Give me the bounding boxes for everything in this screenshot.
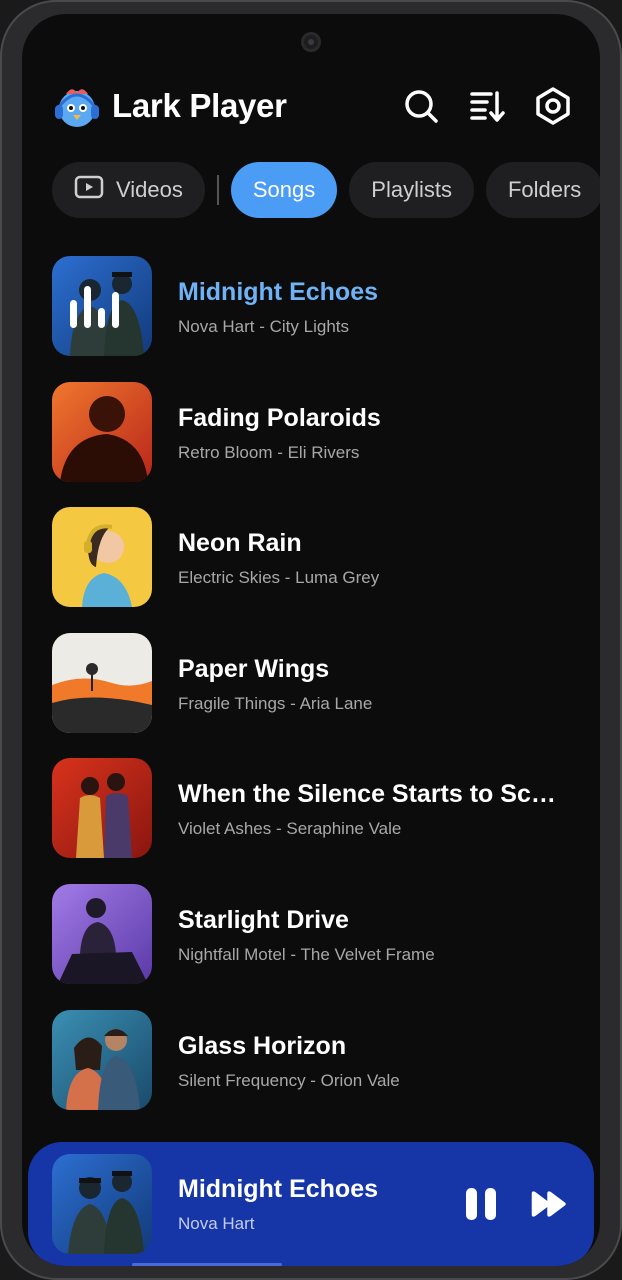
app-title: Lark Player <box>112 87 287 124</box>
song-title: Glass Horizon <box>178 1031 347 1060</box>
tab-songs-label: Songs <box>252 177 316 202</box>
song-subtitle: Silent Frequency - Orion Vale <box>178 1070 400 1090</box>
screen: Lark Player Videos Songs Playlists Folde… <box>22 14 600 1266</box>
song-title: Midnight Echoes <box>178 278 378 306</box>
album-cover <box>52 507 152 608</box>
song-subtitle: Fragile Things - Aria Lane <box>178 693 373 713</box>
song-row[interactable]: Midnight Echoes Nova Hart - City Lights <box>52 256 580 382</box>
tab-videos[interactable]: Videos <box>52 162 205 218</box>
tab-playlists-label: Playlists <box>371 177 452 202</box>
song-subtitle: Nightfall Motel - The Velvet Frame <box>178 944 435 964</box>
song-row[interactable]: Neon Rain Electric Skies - Luma Grey <box>52 507 580 633</box>
song-title: When the Silence Starts to Sc… <box>178 780 556 809</box>
song-row[interactable]: Paper Wings Fragile Things - Aria Lane <box>52 632 580 759</box>
tab-folders-label: Folders <box>507 177 582 202</box>
progress-indicator <box>132 1263 282 1266</box>
song-title: Fading Polaroids <box>178 403 381 432</box>
pause-icon[interactable] <box>462 1185 500 1223</box>
album-cover <box>52 1009 152 1110</box>
lark-logo-icon <box>52 81 102 131</box>
song-subtitle: Electric Skies - Luma Grey <box>178 568 380 588</box>
song-row[interactable]: Glass Horizon Silent Frequency - Orion V… <box>52 1009 580 1136</box>
song-subtitle: Violet Ashes - Seraphine Vale <box>178 819 402 839</box>
search-icon[interactable] <box>402 87 440 125</box>
now-playing-artist: Nova Hart <box>178 1213 255 1233</box>
now-playing-bar[interactable]: Midnight Echoes Nova Hart <box>28 1142 594 1266</box>
now-playing-title: Midnight Echoes <box>178 1174 378 1203</box>
song-subtitle: Retro Bloom - Eli Rivers <box>178 442 360 462</box>
phone-frame: Lark Player Videos Songs Playlists Folde… <box>0 0 622 1280</box>
album-cover <box>52 758 152 859</box>
category-tabs: Videos Songs Playlists Folders <box>52 162 600 218</box>
song-subtitle: Nova Hart - City Lights <box>178 317 349 336</box>
sort-icon[interactable] <box>468 87 506 125</box>
album-cover <box>52 632 152 733</box>
tab-divider <box>216 175 219 205</box>
song-row[interactable]: Starlight Drive Nightfall Motel - The Ve… <box>52 883 580 1010</box>
album-cover <box>52 256 152 356</box>
tab-folders[interactable]: Folders <box>485 162 600 218</box>
song-row[interactable]: Fading Polaroids Retro Bloom - Eli River… <box>52 381 580 508</box>
song-list: Midnight Echoes Nova Hart - City Lights … <box>52 256 580 1135</box>
now-playing-cover <box>52 1154 152 1254</box>
settings-icon[interactable] <box>534 87 572 125</box>
song-title: Paper Wings <box>178 654 330 683</box>
song-row[interactable]: When the Silence Starts to Sc… Violet As… <box>52 758 580 884</box>
album-cover <box>52 381 152 482</box>
album-cover <box>52 883 152 984</box>
song-title: Starlight Drive <box>178 905 349 934</box>
tab-songs[interactable]: Songs <box>230 162 338 218</box>
front-camera <box>301 32 321 52</box>
next-track-icon[interactable] <box>530 1185 568 1223</box>
tab-playlists[interactable]: Playlists <box>349 162 474 218</box>
video-icon <box>74 175 104 205</box>
song-title: Neon Rain <box>178 529 302 558</box>
tab-videos-label: Videos <box>116 177 183 202</box>
app-header: Lark Player <box>52 78 572 134</box>
